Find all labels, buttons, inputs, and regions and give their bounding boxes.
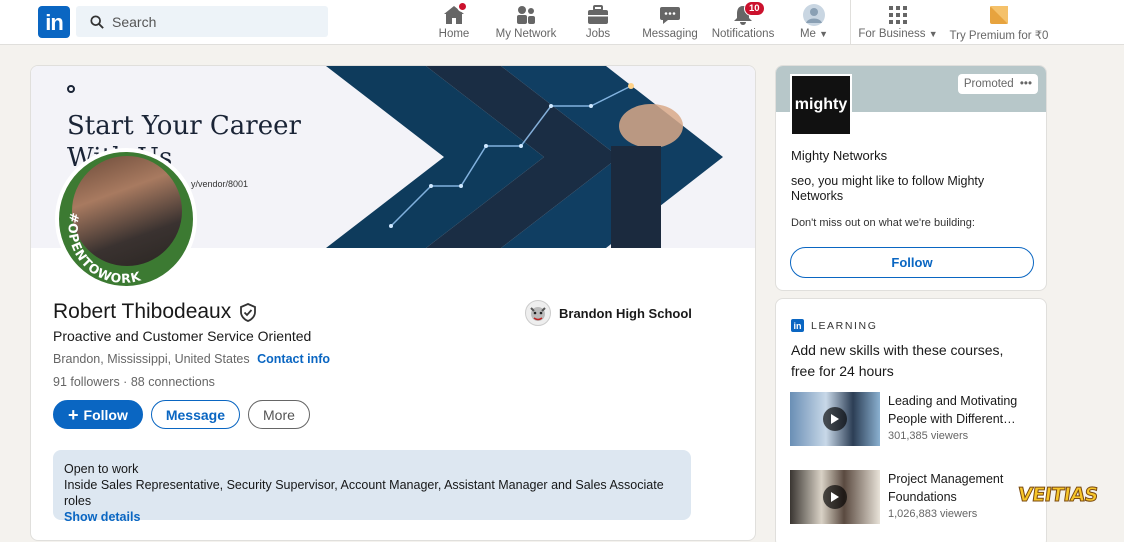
svg-text:#OPENTOWORK: #OPENTOWORK (66, 211, 144, 286)
profile-avatar[interactable]: #OPENTOWORK (55, 148, 197, 290)
school-link[interactable]: Brandon High School (525, 300, 692, 326)
linkedin-logo[interactable]: in (38, 6, 70, 38)
followers-count: 91 followers (53, 375, 120, 389)
follow-button-label: Follow (83, 406, 128, 423)
more-button[interactable]: More (248, 400, 310, 429)
profile-stats: 91 followers · 88 connections (53, 375, 215, 389)
course-views: 1,026,883 viewers (888, 508, 978, 520)
more-dots-icon: ••• (1019, 78, 1032, 90)
nav-jobs-label: Jobs (585, 28, 611, 40)
profile-headline: Proactive and Customer Service Oriented (53, 328, 312, 344)
course-views: 301,385 viewers (888, 430, 969, 442)
connections-count[interactable]: 88 connections (131, 375, 215, 389)
course-item[interactable]: Leading and Motivating People with Diffe… (790, 392, 1034, 446)
open-to-work-box: Open to work Inside Sales Representative… (53, 450, 691, 524)
nav-home[interactable]: Home (436, 1, 472, 42)
verified-shield-icon[interactable] (239, 302, 257, 322)
contact-info-link[interactable]: Contact info (257, 352, 330, 366)
banner-small-text: y/vendor/8001 (191, 179, 249, 189)
message-button[interactable]: Message (150, 400, 240, 429)
learning-card: in LEARNING Add new skills with these co… (775, 298, 1047, 542)
follow-button[interactable]: + Follow (53, 400, 143, 429)
chevron-down-icon: ▼ (819, 29, 829, 39)
chevron-down-icon: ▼ (928, 29, 938, 39)
open-to-work-frame: #OPENTOWORK (66, 211, 144, 286)
nav-messaging-label: Messaging (642, 28, 698, 40)
search-input[interactable] (112, 13, 312, 30)
nav-messaging[interactable]: Messaging (642, 4, 698, 42)
nav-for-business[interactable]: For Business ▼ (858, 4, 938, 42)
notifications-badge: 10 (744, 1, 765, 16)
messaging-icon (659, 4, 681, 26)
profile-location-row: Brandon, Mississippi, United States Cont… (53, 352, 330, 366)
play-icon (823, 485, 847, 509)
course-thumbnail[interactable] (790, 392, 880, 446)
nav-me[interactable]: Me ▼ (796, 4, 832, 42)
nav-try-premium[interactable]: Try Premium for ₹0 (949, 4, 1049, 42)
profile-card: Start Your Career With Us y/vendor/8001 … (30, 65, 756, 541)
open-to-work-roles: Inside Sales Representative, Security Su… (64, 478, 664, 508)
home-badge (457, 1, 468, 12)
more-button-label: More (263, 406, 295, 423)
nav-home-label: Home (438, 28, 470, 40)
profile-actions: + Follow Message More (53, 400, 310, 429)
course-item[interactable]: Project Management Foundations 1,026,883… (790, 470, 1034, 524)
nav-jobs[interactable]: Jobs (580, 4, 616, 42)
search-box[interactable] (76, 6, 328, 37)
learning-header: in LEARNING (791, 319, 877, 332)
search-icon (90, 14, 104, 29)
learning-title: Add new skills with these courses, free … (791, 342, 1004, 379)
nav-for-business-label: For Business ▼ (858, 28, 938, 40)
promoted-ad-card: mighty Promoted ••• Mighty Networks seo,… (775, 65, 1047, 291)
bulldog-icon (525, 300, 551, 326)
home-icon (443, 1, 468, 26)
linkedin-learning-icon: in (791, 319, 804, 332)
nav-divider (850, 0, 851, 45)
show-details-link[interactable]: Show details (64, 510, 140, 524)
top-nav: in Home My Network Jobs Messaging 10 (0, 0, 1124, 45)
nav-notifications-label: Notifications (711, 28, 775, 40)
network-icon (515, 4, 537, 26)
bell-icon: 10 (732, 1, 765, 26)
open-to-work-title: Open to work (64, 462, 139, 476)
nav-notifications[interactable]: 10 Notifications (711, 1, 775, 42)
ad-company-name[interactable]: Mighty Networks (791, 148, 887, 163)
ad-message: seo, you might like to follow Mighty Net… (791, 174, 985, 203)
ad-follow-button[interactable]: Follow (790, 247, 1034, 278)
plus-icon: + (68, 404, 79, 425)
ad-subtext: Don't miss out on what we're building: (791, 217, 975, 229)
course-title: Leading and Motivating People with Diffe… (888, 394, 1018, 426)
nav-me-label: Me ▼ (799, 28, 829, 40)
veitias-watermark: VEITIAS (1016, 484, 1100, 507)
avatar-icon (803, 4, 825, 26)
message-button-label: Message (165, 406, 225, 423)
nav-try-premium-label: Try Premium for ₹0 (949, 30, 1049, 42)
course-title: Project Management Foundations (888, 472, 1004, 504)
profile-location: Brandon, Mississippi, United States (53, 352, 250, 366)
open-to-work-badge: #OPENTOWORK (66, 211, 143, 286)
course-thumbnail[interactable] (790, 470, 880, 524)
banner-ring-icon (67, 85, 75, 93)
nav-my-network[interactable]: My Network (494, 4, 558, 42)
grid-icon (888, 4, 908, 26)
nav-my-network-label: My Network (495, 28, 557, 40)
promoted-label: Promoted (963, 78, 1014, 90)
briefcase-icon (587, 4, 609, 26)
promoted-menu[interactable]: Promoted ••• (957, 74, 1038, 94)
play-icon (823, 407, 847, 431)
mighty-networks-logo[interactable]: mighty (790, 74, 852, 136)
premium-icon (990, 4, 1008, 26)
profile-name: Robert Thibodeaux (53, 300, 232, 323)
learning-header-label: LEARNING (811, 319, 878, 332)
school-name: Brandon High School (559, 305, 692, 321)
profile-name-row: Robert Thibodeaux (53, 300, 257, 324)
